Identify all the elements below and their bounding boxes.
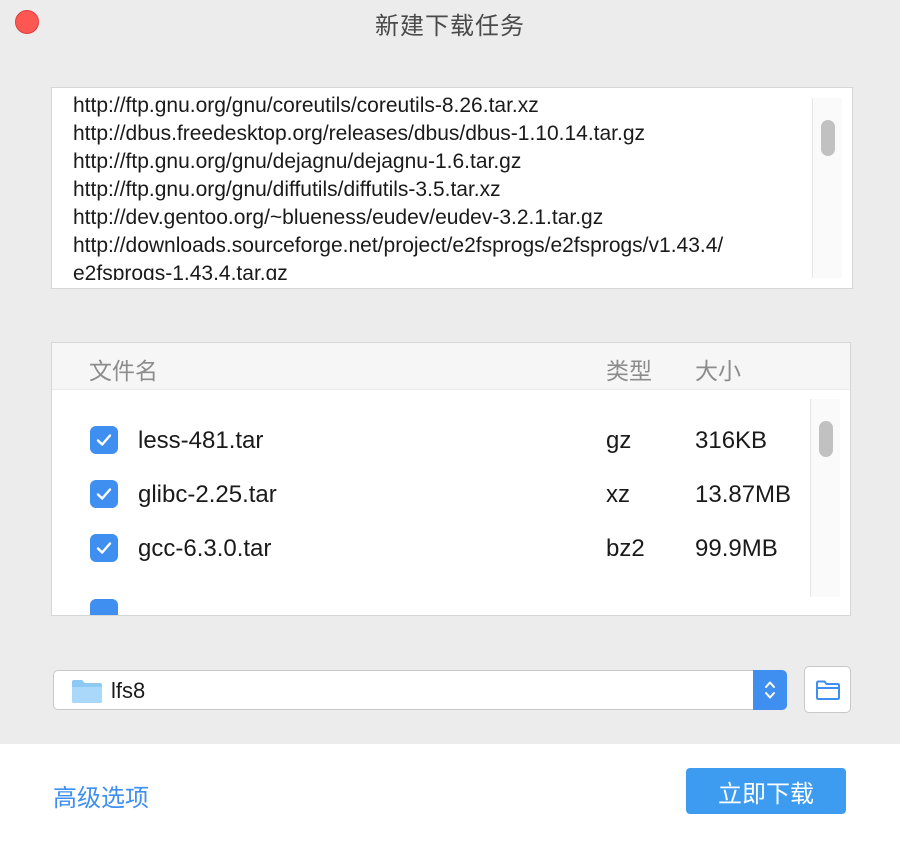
file-list-rows: less-481.tar gz 316KB glibc-2.25.tar xz … xyxy=(52,389,810,615)
file-list-scroll-thumb[interactable] xyxy=(819,421,833,457)
row-checkbox[interactable] xyxy=(90,599,118,615)
folder-icon xyxy=(72,680,102,703)
file-size: 13.87MB xyxy=(695,481,792,508)
table-row[interactable]: less-481.tar gz 316KB xyxy=(52,414,810,468)
url-line: http://ftp.gnu.org/gnu/coreutils/coreuti… xyxy=(73,94,539,117)
table-row[interactable]: gcc-6.3.0.tar bz2 99.9MB xyxy=(52,522,810,576)
table-row[interactable]: glibc-2.25.tar xz 13.87MB xyxy=(52,468,810,522)
header-name[interactable]: 文件名 xyxy=(89,352,158,386)
checkmark-icon xyxy=(96,488,112,500)
browse-folder-button[interactable] xyxy=(804,666,851,713)
file-type: bz2 xyxy=(606,535,645,562)
file-name: less-481.tar xyxy=(138,427,264,454)
header-type[interactable]: 类型 xyxy=(606,352,652,386)
row-checkbox[interactable] xyxy=(90,426,118,454)
folder-select-value: lfs8 xyxy=(111,678,146,703)
url-scrollbar[interactable] xyxy=(812,98,842,278)
download-now-button[interactable]: 立即下载 xyxy=(686,768,846,814)
url-line: http://dbus.freedesktop.org/releases/dbu… xyxy=(73,122,646,145)
row-checkbox[interactable] xyxy=(90,480,118,508)
url-line: http://downloads.sourceforge.net/project… xyxy=(73,234,724,257)
file-name: glibc-2.25.tar xyxy=(138,481,277,508)
file-type: gz xyxy=(606,427,632,454)
advanced-options-link[interactable]: 高级选项 xyxy=(53,778,149,813)
url-line: http://ftp.gnu.org/gnu/dejagnu/dejagnu-1… xyxy=(73,150,522,173)
file-size: 99.9MB xyxy=(695,535,778,562)
header-size[interactable]: 大小 xyxy=(695,352,741,386)
file-list-header: 文件名 类型 大小 xyxy=(52,343,850,390)
url-textarea[interactable]: http://ftp.gnu.org/gnu/coreutils/coreuti… xyxy=(51,87,853,289)
url-scroll-thumb[interactable] xyxy=(821,120,835,156)
table-row-partial[interactable] xyxy=(52,587,810,615)
file-type: xz xyxy=(606,481,630,508)
row-checkbox[interactable] xyxy=(90,534,118,562)
folder-open-icon xyxy=(815,680,840,700)
dialog-title: 新建下载任务 xyxy=(375,13,525,40)
folder-select[interactable]: lfs8 xyxy=(53,670,787,710)
select-stepper[interactable] xyxy=(753,670,787,710)
url-line: http://ftp.gnu.org/gnu/diffutils/diffuti… xyxy=(73,178,501,201)
file-size: 316KB xyxy=(695,427,768,454)
url-line: http://dev.gentoo.org/~blueness/eudev/eu… xyxy=(73,206,604,229)
checkmark-icon xyxy=(96,434,112,446)
file-list-scrollbar[interactable] xyxy=(810,399,840,597)
chevron-up-down-icon xyxy=(765,681,775,699)
file-name: gcc-6.3.0.tar xyxy=(138,535,272,562)
url-line: e2fsprogs-1.43.4.tar.gz xyxy=(73,262,288,280)
checkmark-icon xyxy=(96,542,112,554)
new-download-dialog: 新建下载任务 http://ftp.gnu.org/gnu/coreutils/… xyxy=(0,0,900,844)
dialog-footer: 高级选项 立即下载 xyxy=(0,744,900,844)
file-list: 文件名 类型 大小 less-481.tar gz 316KB glibc-2.… xyxy=(51,342,851,616)
